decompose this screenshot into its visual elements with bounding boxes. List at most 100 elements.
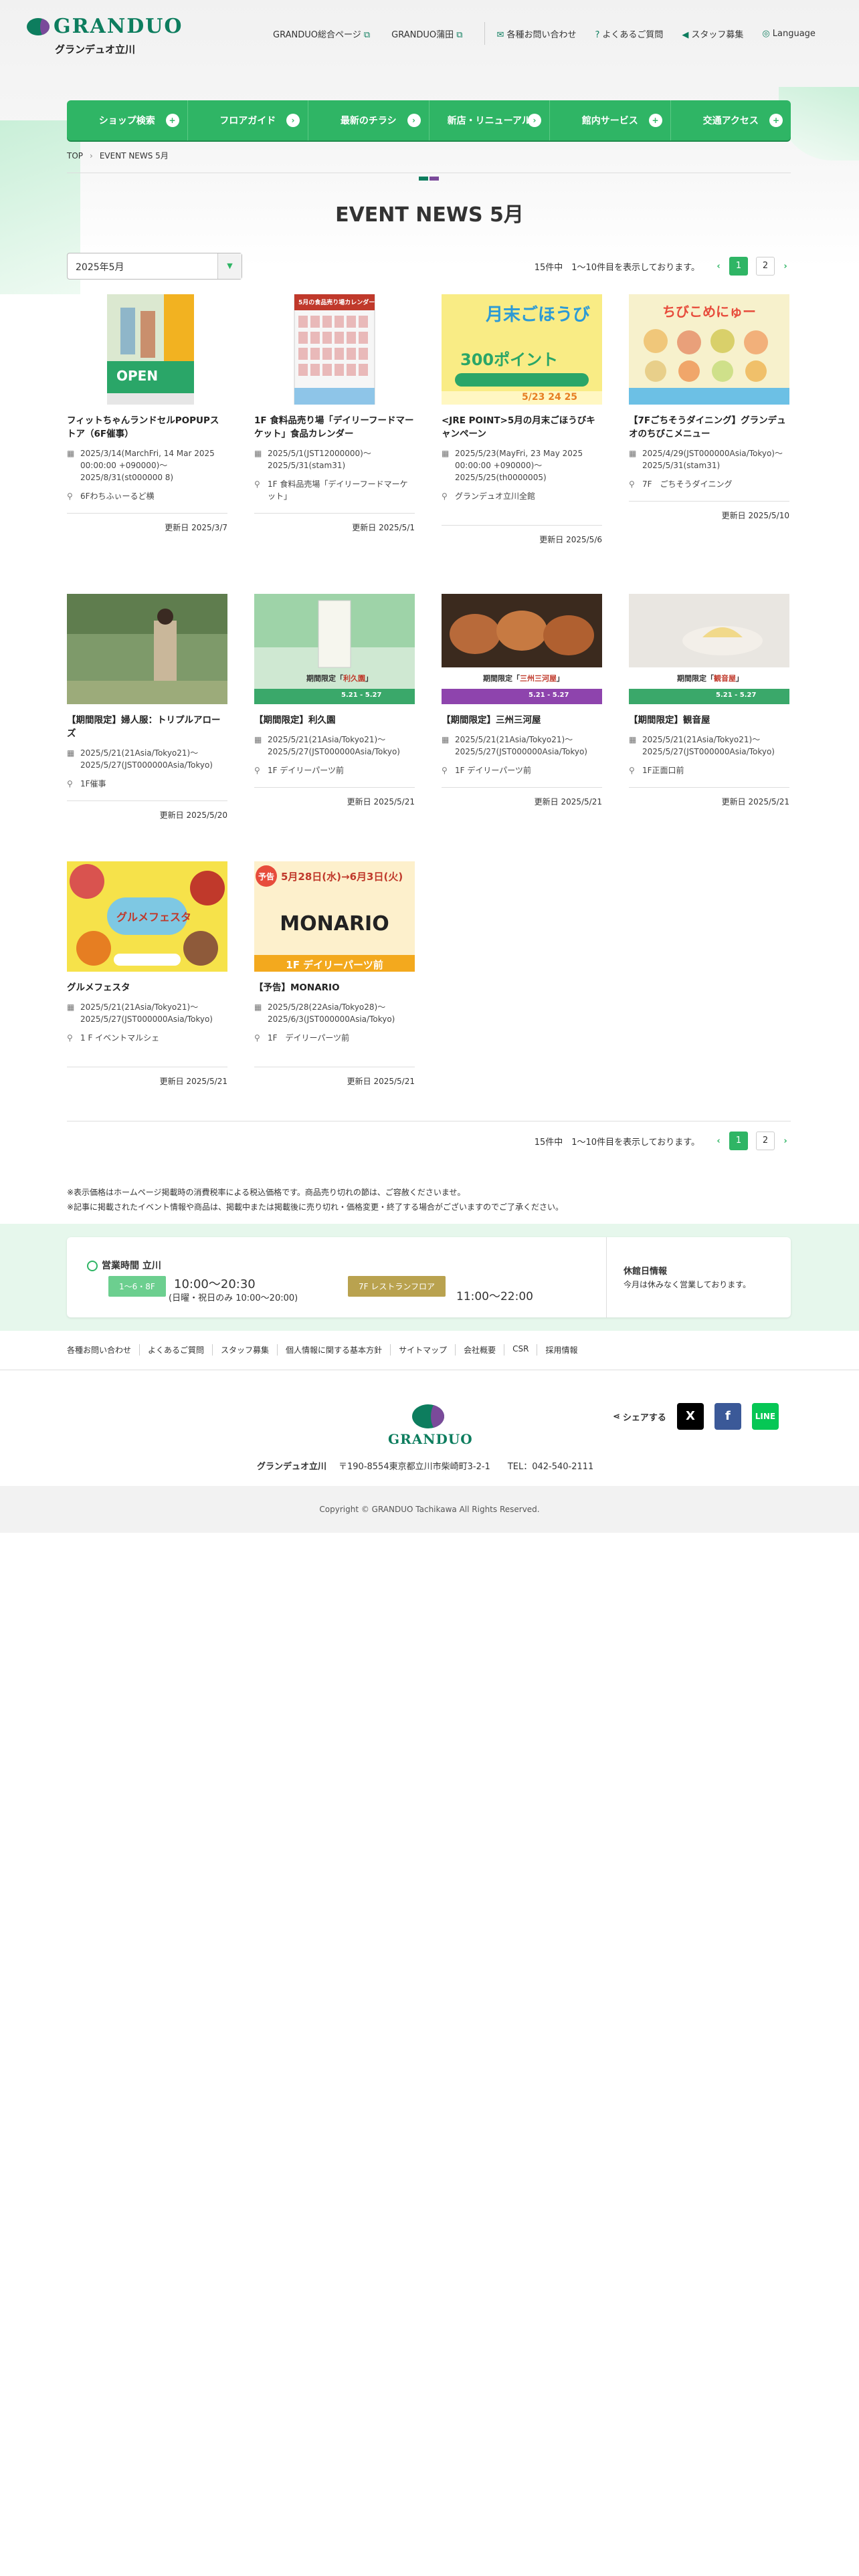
event-card[interactable]: 期間限定「観音屋」 5.21 - 5.27 【期間限定】観音屋 ▦ 2025/5/… <box>629 594 789 807</box>
event-title[interactable]: 【期間限定】三州三河屋 <box>442 714 602 727</box>
link-granduo-kamata[interactable]: GRANDUO蒲田 ⧉ <box>391 27 465 40</box>
calendar-icon: ▦ <box>442 735 450 744</box>
prev-page-icon[interactable]: ‹ <box>712 261 725 272</box>
footer-link[interactable]: 採用情報 <box>537 1344 585 1356</box>
map-pin-icon: ⚲ <box>254 766 260 775</box>
prev-page-icon[interactable]: ‹ <box>712 1136 725 1146</box>
event-card[interactable]: ちびこめにゅー 【7Fごちそうダイニング】グランデュオのちびこメニュー ▦ 202… <box>629 294 789 521</box>
next-page-icon[interactable]: › <box>779 261 792 272</box>
event-date: ▦ 2025/4/29(JST000000Asia/Tokyo)〜2025/5/3… <box>629 449 783 470</box>
event-card[interactable]: 5月の食品売り場カレンダー 1F 食料品売り場「デイリーフードマーケット」食品カ… <box>254 294 415 533</box>
hours-time-general: 10:00〜20:30 <box>174 1277 256 1291</box>
link-granduo-general[interactable]: GRANDUO総合ページ ⧉ <box>273 27 373 40</box>
hours-time-holiday: (日曜・祝日のみ 10:00〜20:00) <box>169 1293 298 1303</box>
breadcrumb-top[interactable]: TOP <box>67 151 83 160</box>
map-pin-icon: ⚲ <box>254 479 260 489</box>
event-card[interactable]: 月末ごほうび 300ポイント 5/23 24 25 <JRE POINT>5月の… <box>442 294 602 545</box>
link-language[interactable]: ◎ Language <box>762 29 816 39</box>
event-place: ⚲ 6Fわちふぃーるど横 <box>67 492 155 501</box>
event-title[interactable]: 【予告】MONARIO <box>254 981 415 994</box>
page-1[interactable]: 1 <box>729 257 748 276</box>
event-place: ⚲ 1F デイリーパーツ前 <box>442 766 531 775</box>
footer-logo[interactable]: GRANDUO <box>388 1404 473 1447</box>
event-thumbnail: グルメフェスタ <box>67 861 227 972</box>
event-title[interactable]: 【7Fごちそうダイニング】グランデュオのちびこメニュー <box>629 414 789 441</box>
event-card[interactable]: グルメフェスタ グルメフェスタ ▦ 2025/5/21(21Asia/Tokyo2… <box>67 861 227 1087</box>
megaphone-icon: ◀ <box>682 29 689 40</box>
map-pin-icon: ⚲ <box>67 492 73 501</box>
event-thumbnail: 期間限定「利久園」 5.21 - 5.27 <box>254 594 415 704</box>
footer-link[interactable]: CSR <box>504 1344 538 1356</box>
nav-access[interactable]: 交通アクセス + <box>671 100 791 140</box>
event-thumbnail: 期間限定「観音屋」 5.21 - 5.27 <box>629 594 789 704</box>
thumb-open-text: OPEN <box>116 368 159 384</box>
page-1[interactable]: 1 <box>729 1132 748 1150</box>
event-title[interactable]: 【期間限定】観音屋 <box>629 714 789 727</box>
event-date: ▦ 2025/3/14(MarchFri, 14 Mar 2025 00:00:0… <box>67 449 215 482</box>
footer-link[interactable]: 各種お問い合わせ <box>67 1344 140 1356</box>
nav-floor-guide[interactable]: フロアガイド › <box>188 100 308 140</box>
kannonya-image <box>629 594 789 704</box>
page-2[interactable]: 2 <box>756 1132 775 1150</box>
event-title[interactable]: 1F 食料品売り場「デイリーフードマーケット」食品カレンダー <box>254 414 415 441</box>
plus-icon: + <box>165 114 179 127</box>
page-2[interactable]: 2 <box>756 257 775 276</box>
link-faq[interactable]: ? よくあるご質問 <box>595 27 663 40</box>
utility-nav: GRANDUO総合ページ ⧉ GRANDUO蒲田 ⧉ ✉ 各種お問い合わせ ? よく… <box>273 22 834 45</box>
thumb-monario-dates: 5月28日(水)→6月3日(火) <box>281 871 403 883</box>
calendar-icon: ▦ <box>254 449 262 458</box>
event-date: ▦ 2025/5/21(21Asia/Tokyo21)〜2025/5/27(JST… <box>67 748 213 770</box>
footer-link[interactable]: サイトマップ <box>391 1344 456 1356</box>
next-page-icon[interactable]: › <box>779 1136 792 1146</box>
x-share-icon[interactable]: X <box>676 1403 704 1430</box>
nav-new-shops[interactable]: 新店・リニューアル › <box>430 100 550 140</box>
thumb-monario-place: 1F デイリーパーツ前 <box>286 959 383 971</box>
month-select[interactable]: 2025年5月 ▼ <box>67 253 242 280</box>
event-title[interactable]: 【期間限定】利久園 <box>254 714 415 727</box>
thumb-limited-label: 期間限定「利久園」 <box>306 674 373 683</box>
mail-icon: ✉ <box>496 29 504 40</box>
event-updated: 更新日 2025/5/21 <box>254 1067 415 1087</box>
footer-link[interactable]: 個人情報に関する基本方針 <box>278 1344 391 1356</box>
footer-link[interactable]: スタッフ募集 <box>213 1344 278 1356</box>
thumb-monario-name: MONARIO <box>280 912 389 936</box>
hours-time-restaurant: 11:00〜22:00 <box>456 1290 533 1303</box>
event-card[interactable]: 予告 5月28日(水)→6月3日(火) MONARIO 1F デイリーパーツ前 … <box>254 861 415 1087</box>
thumb-calendar-title: 5月の食品売り場カレンダー <box>298 300 375 306</box>
facebook-share-icon[interactable]: f <box>714 1403 741 1430</box>
event-card[interactable]: 期間限定「三州三河屋」 5.21 - 5.27 【期間限定】三州三河屋 ▦ 202… <box>442 594 602 807</box>
breadcrumb-current: EVENT NEWS 5月 <box>99 151 169 160</box>
event-title[interactable]: グルメフェスタ <box>67 981 227 994</box>
thumb-chibi-title: ちびこめにゅー <box>662 304 756 320</box>
event-card[interactable]: 期間限定「利久園」 5.21 - 5.27 【期間限定】利久園 ▦ 2025/5/… <box>254 594 415 807</box>
event-updated: 更新日 2025/5/21 <box>67 1067 227 1087</box>
thumb-limited-label: 期間限定「三州三河屋」 <box>483 674 564 683</box>
nav-flyer[interactable]: 最新のチラシ › <box>308 100 430 140</box>
share-icon: ⋖ <box>613 1411 620 1422</box>
footer-link[interactable]: 会社概要 <box>456 1344 505 1356</box>
event-thumbnail: ちびこめにゅー <box>629 294 789 405</box>
question-icon: ? <box>595 29 600 40</box>
site-logo[interactable]: GRANDUO グランデュオ立川 <box>27 15 183 56</box>
event-place: ⚲ 1 F イベントマルシェ <box>67 1033 160 1043</box>
thumb-date-range: 5.21 - 5.27 <box>716 691 757 699</box>
calendar-icon: ▦ <box>254 735 262 744</box>
event-card[interactable]: 【期間限定】婦人服：トリプルアローズ ▦ 2025/5/21(21Asia/Tok… <box>67 594 227 821</box>
event-thumbnail: OPEN <box>67 294 227 405</box>
closed-text: 今月は休みなく営業しております。 <box>624 1280 751 1289</box>
event-updated: 更新日 2025/5/21 <box>629 787 789 807</box>
link-recruit[interactable]: ◀ スタッフ募集 <box>682 27 743 40</box>
footer-brand: GRANDUO <box>388 1431 473 1447</box>
share-label: シェアする <box>622 1412 666 1423</box>
map-pin-icon: ⚲ <box>254 1033 260 1043</box>
event-title[interactable]: 【期間限定】婦人服：トリプルアローズ <box>67 714 227 740</box>
nav-services[interactable]: 館内サービス + <box>550 100 671 140</box>
event-title[interactable]: フィットちゃんランドセルPOPUPストア（6F催事） <box>67 414 227 441</box>
chevron-right-icon: › <box>90 151 93 160</box>
link-contact[interactable]: ✉ 各種お問い合わせ <box>497 27 577 40</box>
line-share-icon[interactable]: LINE <box>751 1403 779 1430</box>
event-card[interactable]: OPEN フィットちゃんランドセルPOPUPストア（6F催事） ▦ 2025/3/… <box>67 294 227 533</box>
event-title[interactable]: <JRE POINT>5月の月末ごほうびキャンペーン <box>442 414 602 441</box>
nav-shop-search[interactable]: ショップ検索 + <box>67 100 188 140</box>
footer-link[interactable]: よくあるご質問 <box>140 1344 213 1356</box>
